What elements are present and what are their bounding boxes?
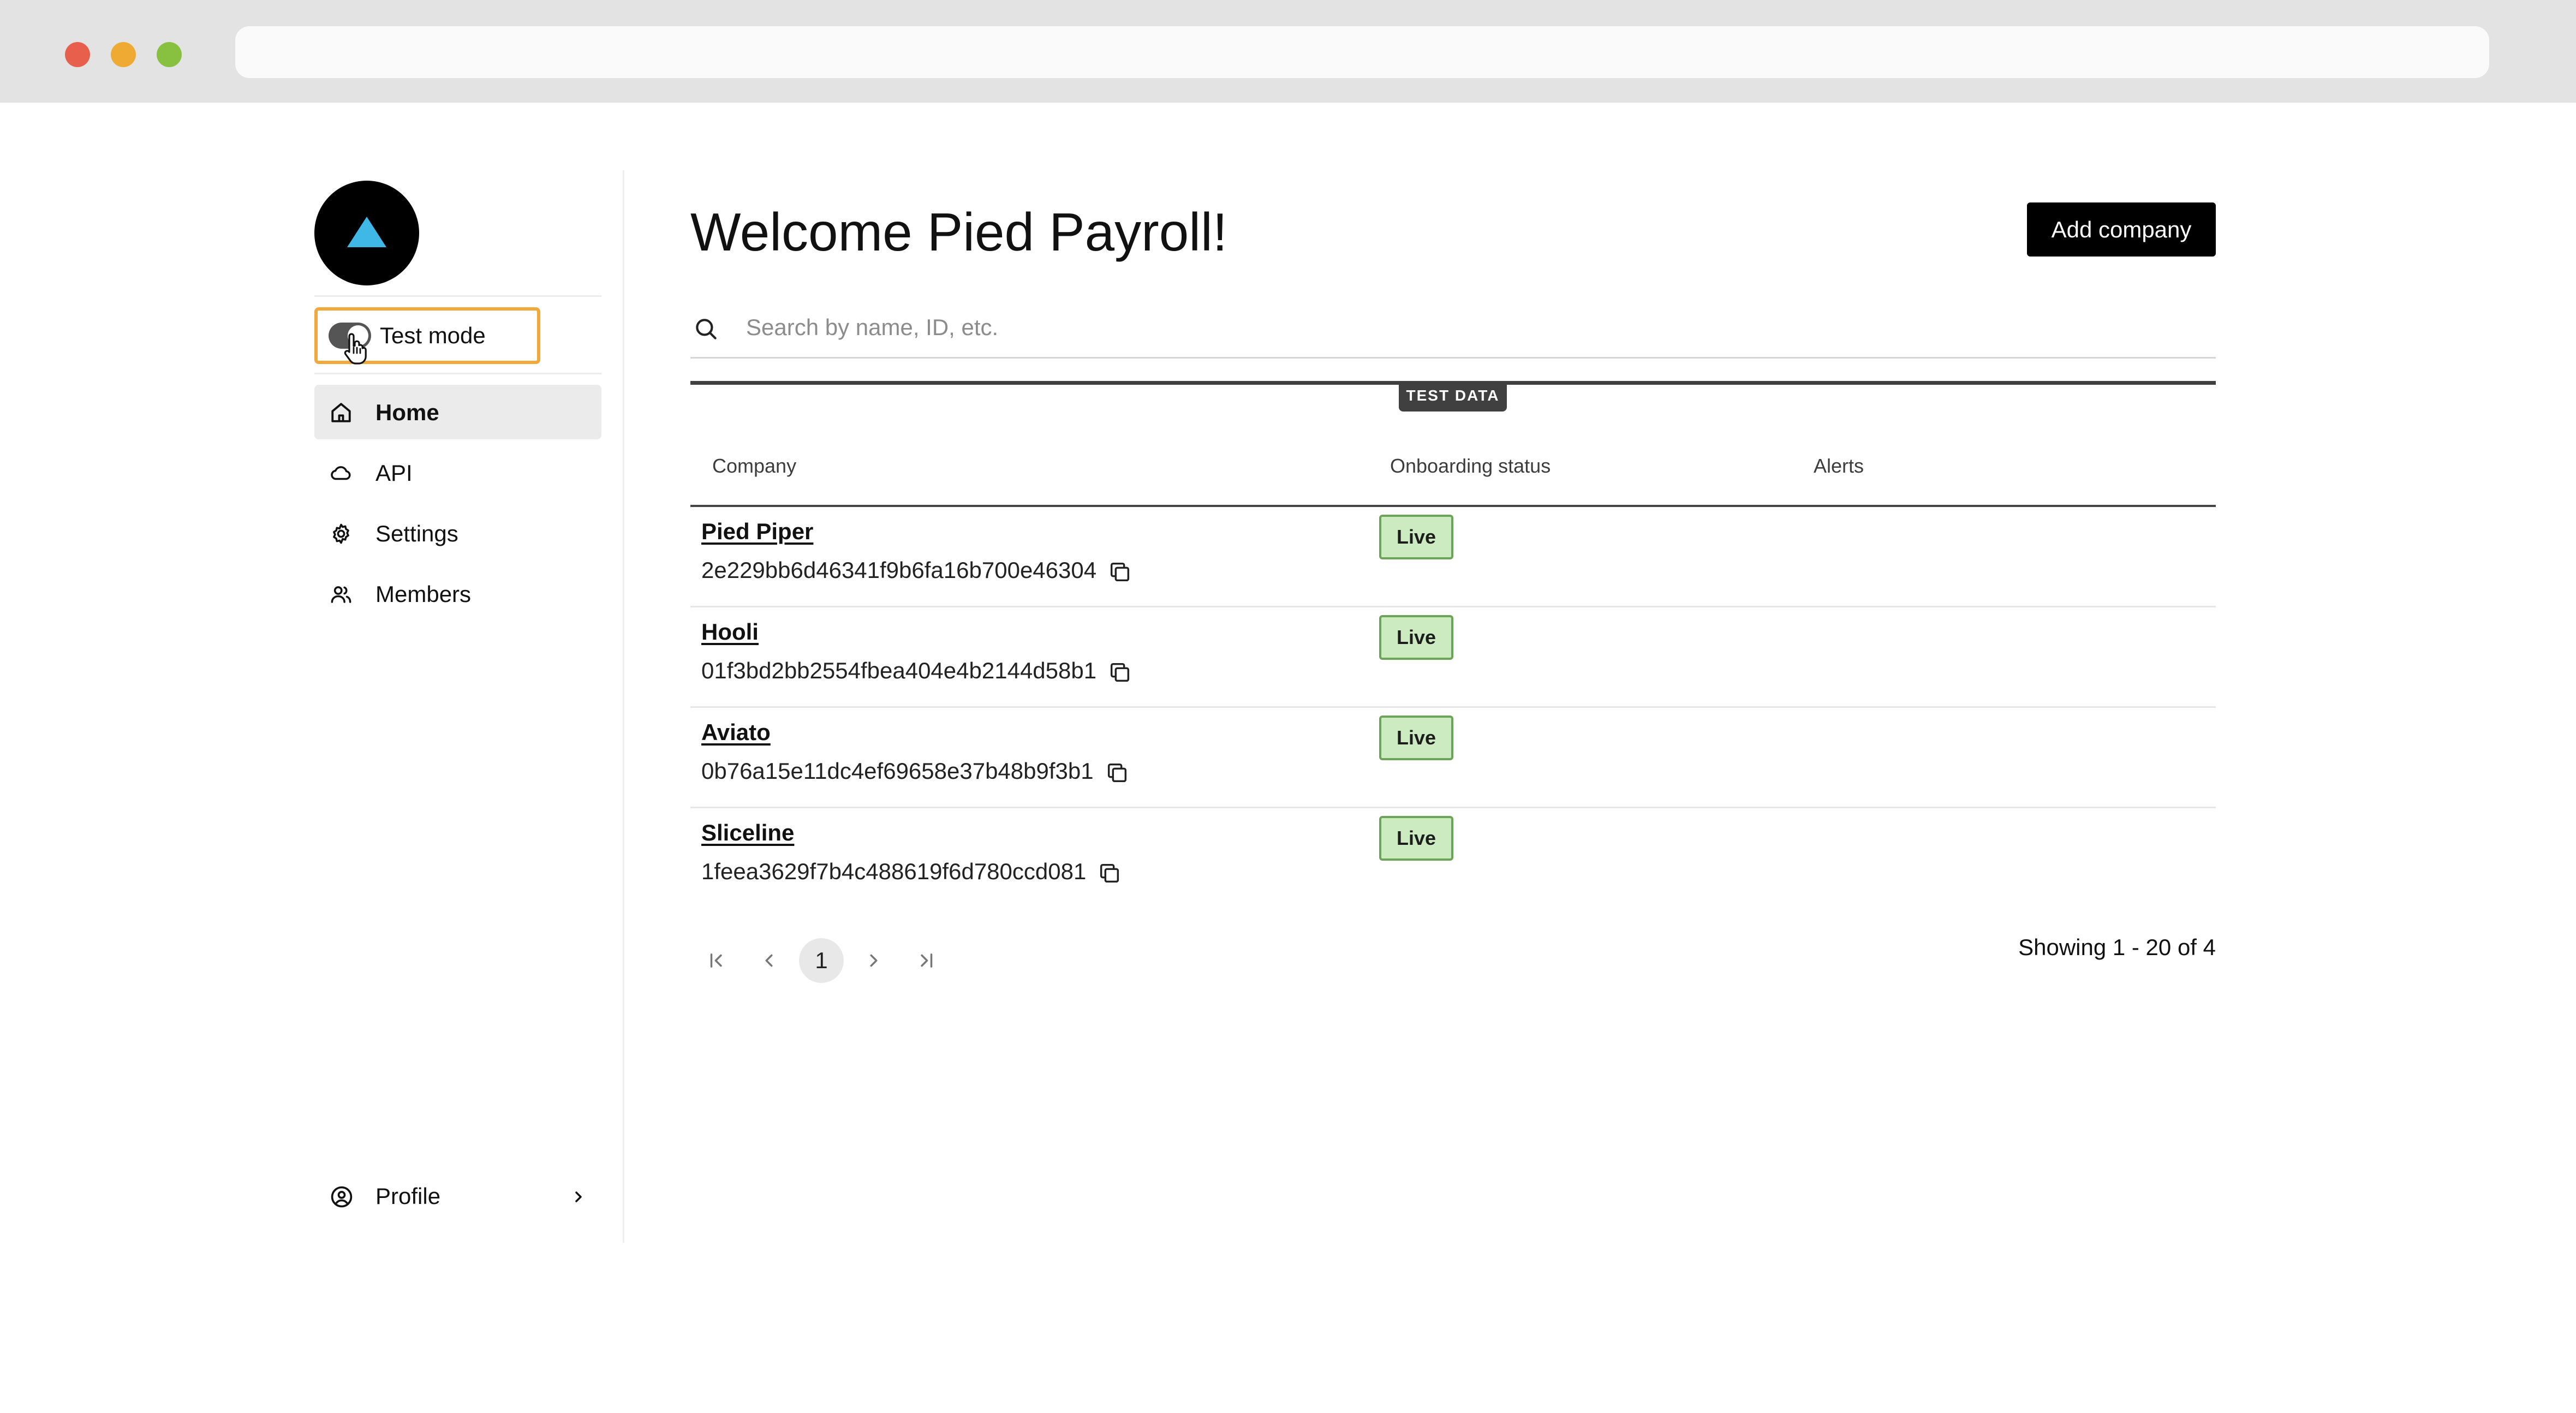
column-header-alerts: Alerts	[1814, 455, 1864, 477]
copy-icon[interactable]	[1107, 660, 1132, 685]
page-title: Welcome Pied Payroll!	[690, 202, 1228, 262]
window-close-button[interactable]	[65, 42, 90, 67]
next-page-button[interactable]	[851, 938, 896, 983]
window-zoom-button[interactable]	[157, 42, 182, 67]
sidebar-item-label: Profile	[375, 1183, 441, 1209]
hand-pointer-icon	[344, 333, 367, 365]
search-bar	[690, 301, 2216, 359]
company-name-link[interactable]: Pied Piper	[701, 518, 813, 545]
address-bar[interactable]	[235, 26, 2489, 78]
sidebar-item-label: API	[375, 460, 413, 486]
user-circle-icon	[331, 1186, 353, 1208]
pagination-summary: Showing 1 - 20 of 4	[2018, 934, 2216, 960]
sidebar-item-members[interactable]: Members	[314, 567, 601, 621]
chevron-right-icon	[870, 954, 878, 967]
first-page-button[interactable]	[694, 938, 739, 983]
company-id-text: 01f3bd2bb2554fbea404e4b2144d58b1	[701, 658, 1097, 683]
sidebar-item-home[interactable]: Home	[314, 385, 601, 439]
table-row: Aviato 0b76a15e11dc4ef69658e37b48b9f3b1 …	[690, 708, 2216, 808]
test-data-badge: TEST DATA	[1399, 381, 1507, 412]
company-id-text: 0b76a15e11dc4ef69658e37b48b9f3b1	[701, 758, 1094, 784]
table-row: Pied Piper 2e229bb6d46341f9b6fa16b700e46…	[690, 507, 2216, 607]
company-id: 2e229bb6d46341f9b6fa16b700e46304	[701, 556, 1132, 585]
copy-icon[interactable]	[1097, 861, 1122, 886]
chevron-left-icon	[765, 954, 773, 967]
sidebar-item-profile[interactable]: Profile	[314, 1170, 601, 1224]
browser-chrome	[0, 0, 2576, 103]
status-badge: Live	[1379, 816, 1453, 861]
status-badge: Live	[1379, 515, 1453, 559]
test-mode-toggle[interactable]: Test mode	[314, 307, 540, 365]
company-id: 0b76a15e11dc4ef69658e37b48b9f3b1	[701, 757, 1130, 785]
company-name-link[interactable]: Sliceline	[701, 819, 794, 846]
company-id-text: 2e229bb6d46341f9b6fa16b700e46304	[701, 557, 1097, 583]
company-id: 01f3bd2bb2554fbea404e4b2144d58b1	[701, 657, 1132, 685]
search-icon	[696, 319, 717, 339]
chevron-last-icon	[921, 953, 933, 968]
copy-icon[interactable]	[1105, 760, 1130, 785]
company-id: 1feea3629f7b4c488619f6d780ccd081	[701, 857, 1122, 886]
last-page-button[interactable]	[904, 938, 949, 983]
copy-icon[interactable]	[1107, 559, 1132, 585]
status-badge: Live	[1379, 615, 1453, 660]
sidebar-border	[623, 170, 624, 1243]
company-id-text: 1feea3629f7b4c488619f6d780ccd081	[701, 858, 1087, 884]
sidebar-item-label: Home	[375, 400, 439, 425]
chevron-first-icon	[710, 953, 722, 968]
company-name-link[interactable]: Aviato	[701, 719, 771, 746]
logo[interactable]	[314, 181, 419, 285]
sidebar-item-settings[interactable]: Settings	[314, 506, 601, 561]
test-mode-label: Test mode	[380, 323, 486, 348]
search-input[interactable]	[745, 309, 2191, 346]
home-icon	[331, 403, 351, 422]
add-company-button[interactable]: Add company	[2027, 202, 2216, 257]
status-badge: Live	[1379, 716, 1453, 760]
sidebar-item-label: Settings	[375, 521, 458, 546]
page-number-button[interactable]: 1	[799, 938, 844, 983]
users-icon	[331, 586, 351, 603]
sidebar-divider-mid	[314, 373, 601, 374]
column-header-onboarding-status: Onboarding status	[1390, 455, 1551, 477]
cloud-icon	[331, 466, 351, 480]
column-header-company: Company	[712, 455, 797, 477]
previous-page-button[interactable]	[747, 938, 791, 983]
window-minimize-button[interactable]	[111, 42, 136, 67]
chevron-right-icon	[575, 1191, 582, 1202]
sidebar-divider-top	[314, 295, 601, 297]
table-row: Hooli 01f3bd2bb2554fbea404e4b2144d58b1 L…	[690, 607, 2216, 708]
triangle-logo	[347, 217, 386, 247]
table-row: Sliceline 1feea3629f7b4c488619f6d780ccd0…	[690, 808, 2216, 909]
sidebar-item-label: Members	[375, 581, 472, 607]
company-name-link[interactable]: Hooli	[701, 618, 759, 646]
gear-icon	[333, 523, 349, 544]
sidebar-item-api[interactable]: API	[314, 445, 601, 500]
